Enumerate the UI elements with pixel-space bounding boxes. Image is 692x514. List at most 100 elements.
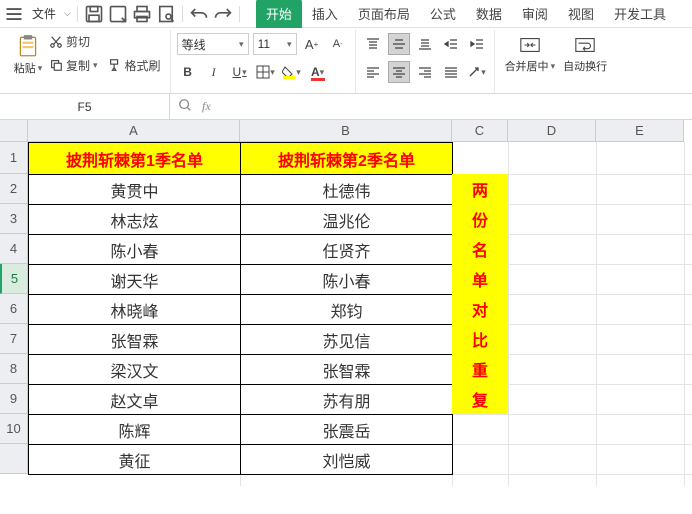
row-header-2[interactable]: 2 (0, 174, 28, 204)
row-header-3[interactable]: 3 (0, 204, 28, 234)
quick-access-toolbar: 文件 ⌵ 开始 插入 页面布局 公式 数据 审阅 视图 开发工具 (0, 0, 692, 28)
side-cell[interactable]: 重 (452, 354, 508, 384)
cell[interactable]: 林志炫 (29, 205, 241, 235)
font-name-dropdown[interactable]: 等线▾ (177, 33, 249, 55)
file-caret: ⌵ (64, 8, 71, 19)
align-center-icon[interactable] (388, 61, 410, 83)
redo-icon[interactable] (213, 4, 233, 24)
tab-formula[interactable]: 公式 (420, 0, 466, 28)
font-color-icon[interactable]: A▾ (307, 61, 329, 83)
bold-icon[interactable]: B (177, 61, 199, 83)
spreadsheet-grid[interactable]: ABCDE 12345678910 披荆斩棘第1季名单披荆斩棘第2季名单 黄贯中… (0, 120, 692, 486)
format-painter-button[interactable]: 格式刷 (105, 56, 164, 75)
cell[interactable]: 林晓峰 (29, 295, 241, 325)
cell[interactable]: 赵文卓 (29, 385, 241, 415)
align-bottom-icon[interactable] (414, 33, 436, 55)
column-header-C[interactable]: C (452, 120, 508, 142)
cell[interactable]: 陈小春 (29, 235, 241, 265)
cell[interactable]: 陈辉 (29, 415, 241, 445)
decrease-indent-icon[interactable] (440, 33, 462, 55)
side-cell[interactable]: 单 (452, 264, 508, 294)
cell[interactable]: 苏见信 (241, 325, 453, 355)
cut-button[interactable]: 剪切 (46, 32, 164, 51)
tab-start[interactable]: 开始 (256, 0, 302, 28)
cell[interactable]: 温兆伦 (241, 205, 453, 235)
italic-icon[interactable]: I (203, 61, 225, 83)
undo-icon[interactable] (189, 4, 209, 24)
side-cell[interactable]: 复 (452, 384, 508, 414)
search-icon[interactable] (178, 98, 192, 115)
paste-button[interactable]: 粘贴▾ (10, 30, 46, 76)
side-cell[interactable]: 对 (452, 294, 508, 324)
cell[interactable]: 任贤齐 (241, 235, 453, 265)
increase-indent-icon[interactable] (466, 33, 488, 55)
align-right-icon[interactable] (414, 61, 436, 83)
row-header-10[interactable]: 10 (0, 414, 28, 444)
side-cell[interactable]: 比 (452, 324, 508, 354)
align-left-icon[interactable] (362, 61, 384, 83)
side-cell[interactable]: 名 (452, 234, 508, 264)
row-header-5[interactable]: 5 (0, 264, 28, 294)
cell[interactable]: 刘恺威 (241, 445, 453, 475)
row-header-9[interactable]: 9 (0, 384, 28, 414)
tab-data[interactable]: 数据 (466, 0, 512, 28)
increase-font-icon[interactable]: A+ (301, 33, 323, 55)
cell[interactable]: 张智霖 (29, 325, 241, 355)
table-header-a[interactable]: 披荆斩棘第1季名单 (29, 143, 241, 175)
group-merge: 合并居中▾ 自动换行 (495, 30, 618, 93)
save-as-icon[interactable] (108, 4, 128, 24)
table-header-b[interactable]: 披荆斩棘第2季名单 (241, 143, 453, 175)
align-middle-icon[interactable] (388, 33, 410, 55)
name-box[interactable]: F5 (0, 94, 170, 119)
decrease-font-icon[interactable]: A- (327, 33, 349, 55)
wrap-text-button[interactable]: 自动换行 (559, 30, 611, 93)
select-all-corner[interactable] (0, 120, 28, 142)
cell[interactable]: 谢天华 (29, 265, 241, 295)
row-header-8[interactable]: 8 (0, 354, 28, 384)
fx-label[interactable]: fx (202, 99, 211, 114)
column-header-A[interactable]: A (28, 120, 240, 142)
cell[interactable]: 黄贯中 (29, 175, 241, 205)
cell[interactable]: 黄征 (29, 445, 241, 475)
column-header-D[interactable]: D (508, 120, 596, 142)
side-cell[interactable]: 份 (452, 204, 508, 234)
side-column: 两份名单对比重复 (452, 174, 508, 414)
align-top-icon[interactable] (362, 33, 384, 55)
file-menu[interactable]: 文件 (28, 5, 60, 22)
data-table: 披荆斩棘第1季名单披荆斩棘第2季名单 黄贯中杜德伟林志炫温兆伦陈小春任贤齐谢天华… (28, 142, 453, 475)
cell[interactable]: 郑钧 (241, 295, 453, 325)
tab-dev[interactable]: 开发工具 (604, 0, 676, 28)
cell[interactable]: 梁汉文 (29, 355, 241, 385)
row-header-[interactable] (0, 444, 28, 474)
side-cell[interactable]: 两 (452, 174, 508, 204)
formula-bar: F5 fx (0, 94, 692, 120)
column-header-B[interactable]: B (240, 120, 452, 142)
tab-view[interactable]: 视图 (558, 0, 604, 28)
tab-insert[interactable]: 插入 (302, 0, 348, 28)
row-header-7[interactable]: 7 (0, 324, 28, 354)
cell[interactable]: 陈小春 (241, 265, 453, 295)
tab-review[interactable]: 审阅 (512, 0, 558, 28)
row-header-6[interactable]: 6 (0, 294, 28, 324)
cell[interactable]: 苏有朋 (241, 385, 453, 415)
column-header-E[interactable]: E (596, 120, 684, 142)
underline-icon[interactable]: U▾ (229, 61, 251, 83)
print-icon[interactable] (132, 4, 152, 24)
menu-icon[interactable] (4, 4, 24, 24)
save-icon[interactable] (84, 4, 104, 24)
border-icon[interactable]: ▾ (255, 61, 277, 83)
cell[interactable]: 张智霖 (241, 355, 453, 385)
merge-center-button[interactable]: 合并居中▾ (501, 30, 560, 93)
cell[interactable]: 张震岳 (241, 415, 453, 445)
font-size-dropdown[interactable]: 11▾ (253, 33, 297, 55)
copy-button[interactable]: 复制▾ (46, 56, 101, 75)
justify-icon[interactable] (440, 61, 462, 83)
print-preview-icon[interactable] (156, 4, 176, 24)
cell[interactable]: 杜德伟 (241, 175, 453, 205)
fill-color-icon[interactable]: ▾ (281, 61, 303, 83)
column-headers: ABCDE (28, 120, 684, 142)
tab-page-layout[interactable]: 页面布局 (348, 0, 420, 28)
row-header-1[interactable]: 1 (0, 142, 28, 174)
orientation-icon[interactable]: ▾ (466, 61, 488, 83)
row-header-4[interactable]: 4 (0, 234, 28, 264)
